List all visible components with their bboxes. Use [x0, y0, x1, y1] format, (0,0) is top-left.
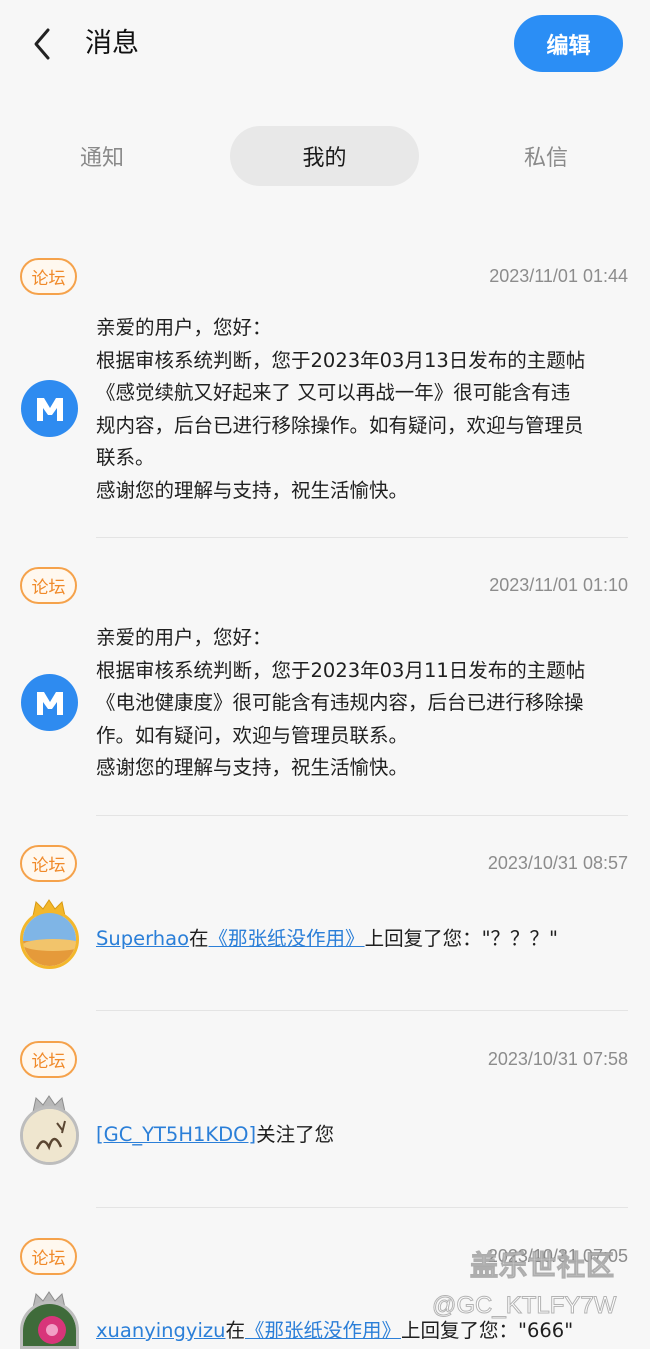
message-time: 2023/10/31 07:58: [487, 1049, 628, 1069]
edit-button[interactable]: 编辑: [514, 15, 623, 72]
message-line: 根据审核系统判断，您于2023年03月11日发布的主题帖: [96, 658, 586, 682]
message-time: 2023/11/01 01:10: [489, 575, 628, 595]
message-line: 作。如有疑问，欢迎与管理员联系。: [96, 723, 409, 747]
user-avatar[interactable]: [20, 1106, 79, 1165]
user-link[interactable]: [GC_YT5H1KDO]: [96, 1123, 256, 1146]
forum-tag: 论坛: [20, 845, 77, 882]
watermark-handle: @GC_KTLFY7W: [431, 1292, 617, 1320]
tab-notifications[interactable]: 通知: [42, 126, 162, 186]
header-bar: 消息 编辑: [0, 0, 650, 90]
message-time: 2023/11/01 01:44: [489, 266, 628, 286]
m-logo-icon: [21, 380, 78, 437]
user-link[interactable]: xuanyingyizu: [96, 1319, 225, 1342]
tab-private-messages[interactable]: 私信: [486, 126, 606, 186]
message-body: 亲爱的用户，您好： 根据审核系统判断，您于2023年03月11日发布的主题帖 《…: [96, 622, 636, 785]
reply-notice: xuanyingyizu在《那张纸没作用》上回复了您："666": [96, 1316, 573, 1346]
divider: [96, 1207, 628, 1208]
forum-tag: 论坛: [20, 567, 77, 604]
divider: [96, 815, 628, 816]
action-text: 上回复了您："？？？": [364, 927, 559, 950]
back-arrow-icon[interactable]: [26, 24, 62, 64]
message-line: 感谢您的理解与支持，祝生活愉快。: [96, 478, 409, 502]
message-line: 根据审核系统判断，您于2023年03月13日发布的主题帖: [96, 348, 586, 372]
message-time: 2023/10/31 08:57: [487, 853, 628, 873]
message-line: 《电池健康度》很可能含有违规内容，后台已进行移除操: [96, 691, 584, 714]
message-line: 感谢您的理解与支持，祝生活愉快。: [96, 756, 409, 779]
page-title: 消息: [85, 28, 139, 59]
message-line: 《感觉续航又好起来了 又可以再战一年》很可能含有违: [96, 381, 571, 404]
thread-link[interactable]: 《那张纸没作用》: [209, 927, 365, 950]
divider: [96, 1010, 628, 1011]
forum-tag: 论坛: [20, 258, 77, 295]
user-link[interactable]: Superhao: [96, 927, 189, 950]
forum-tag: 论坛: [20, 1041, 77, 1078]
message-body: 亲爱的用户，您好： 根据审核系统判断，您于2023年03月13日发布的主题帖 《…: [96, 312, 636, 507]
divider: [96, 537, 628, 538]
follow-notice: [GC_YT5H1KDO]关注了您: [96, 1120, 334, 1150]
m-logo-icon: [21, 674, 78, 731]
tab-bar: 通知 我的 私信: [0, 126, 650, 186]
message-line: 联系。: [96, 446, 155, 469]
reply-notice: Superhao在《那张纸没作用》上回复了您："？？？": [96, 924, 558, 954]
action-text: 上回复了您："666": [401, 1319, 574, 1342]
connector-text: 在: [225, 1319, 245, 1342]
forum-tag: 论坛: [20, 1238, 77, 1275]
thread-link[interactable]: 《那张纸没作用》: [245, 1319, 401, 1342]
action-text: 关注了您: [256, 1123, 335, 1146]
watermark-title: 盖乐世社区: [469, 1249, 616, 1283]
message-line: 规内容，后台已进行移除操作。如有疑问，欢迎与管理员: [96, 413, 584, 437]
tab-mine[interactable]: 我的: [230, 126, 419, 186]
user-avatar[interactable]: [20, 910, 79, 969]
connector-text: 在: [189, 927, 209, 950]
user-avatar[interactable]: [20, 1301, 79, 1349]
message-line: 亲爱的用户，您好：: [96, 626, 272, 649]
message-line: 亲爱的用户，您好：: [96, 316, 272, 339]
